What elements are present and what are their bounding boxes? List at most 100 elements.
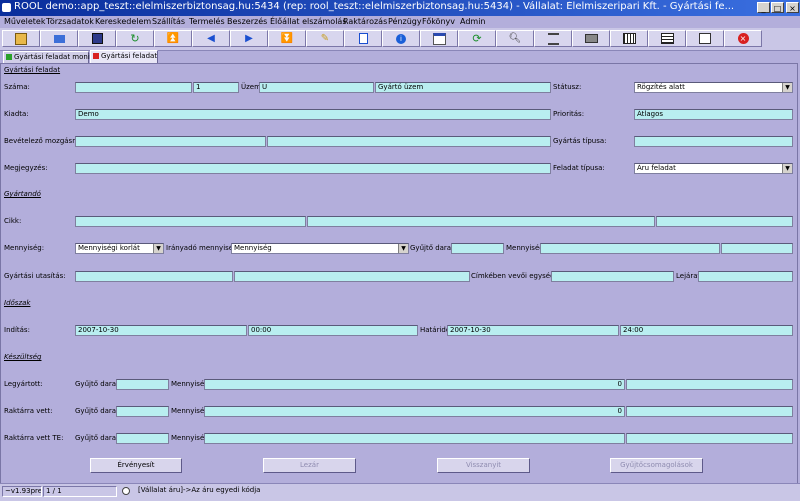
raktarra-vett-te-label: Raktárra vett TE: — [4, 434, 64, 442]
toolbar-prev-button[interactable]: ◀ — [192, 30, 230, 47]
toolbar-edit-button[interactable]: ✎ — [306, 30, 344, 47]
statusz-value: Rögzítés alatt — [637, 83, 685, 91]
menu-raktarozas[interactable]: Raktározás — [343, 17, 387, 26]
gyujtocsomagolasok-button[interactable]: Gyűjtőcsomagolások — [610, 458, 703, 473]
toolbar-print-button[interactable] — [572, 30, 610, 47]
cimkeben-field[interactable] — [551, 271, 674, 282]
menu-penzugy[interactable]: Pénzügy — [388, 17, 422, 26]
cikk-extra-field[interactable] — [656, 216, 793, 227]
bevetelezo-code-field[interactable] — [75, 136, 266, 147]
raktarra-unit-field[interactable] — [626, 406, 793, 417]
megjegyzes-field[interactable] — [75, 163, 551, 174]
hatarido-date-field[interactable]: 2007-10-30 — [447, 325, 619, 336]
raktarra-menny-field[interactable]: 0 — [204, 406, 625, 417]
menu-muveletek[interactable]: Műveletek — [4, 17, 45, 26]
inditas-time-field[interactable]: 00:00 — [248, 325, 418, 336]
toolbar-refresh-button[interactable]: ↻ — [116, 30, 154, 47]
uzem-code-field[interactable]: U — [259, 82, 374, 93]
chevron-down-icon[interactable]: ▼ — [782, 164, 792, 173]
szama-field[interactable]: 1 — [193, 82, 239, 93]
tab-label: Gyártási feladat — [101, 52, 158, 60]
toolbar-columns-button[interactable] — [648, 30, 686, 47]
uzem-name-field[interactable]: Gyártó üzem — [375, 82, 551, 93]
open-folder-icon — [53, 34, 65, 43]
mennyiseg-select[interactable]: Mennyiségi korlát ▼ — [75, 243, 164, 254]
form-icon — [699, 33, 711, 44]
toolbar-copy-button[interactable] — [344, 30, 382, 47]
kiadta-field[interactable]: Demo — [75, 109, 551, 120]
iranyado-select[interactable]: Mennyiség ▼ — [231, 243, 409, 254]
toolbar-new-button[interactable] — [2, 30, 40, 47]
toolbar-last-button[interactable]: ⏬ — [268, 30, 306, 47]
search-icon: 🔍︎ — [508, 33, 522, 44]
status-radio-icon[interactable] — [122, 487, 130, 495]
gyartasi-utasitas-field[interactable] — [234, 271, 470, 282]
menu-beszerzes[interactable]: Beszerzés — [227, 17, 267, 26]
toolbar-open-button[interactable] — [40, 30, 78, 47]
app-icon — [2, 3, 11, 12]
window-icon — [432, 32, 446, 45]
toolbar-list-button[interactable] — [534, 30, 572, 47]
legyartott-unit-field[interactable] — [626, 379, 793, 390]
ervenyesit-button[interactable]: Érvényesít — [90, 458, 182, 473]
inditas-date-field[interactable]: 2007-10-30 — [75, 325, 247, 336]
te-unit-field[interactable] — [626, 433, 793, 444]
gyujto-darab-field[interactable] — [451, 243, 504, 254]
feladat-tipusa-label: Feladat típusa: — [553, 164, 605, 172]
toolbar-window-button[interactable] — [420, 30, 458, 47]
menu-szallitas[interactable]: Szállítás — [152, 17, 185, 26]
maximize-button[interactable]: □ — [771, 2, 784, 13]
chevron-down-icon[interactable]: ▼ — [398, 244, 408, 253]
menu-fokonyv[interactable]: Főkönyv — [422, 17, 455, 26]
statusz-select[interactable]: Rögzítés alatt ▼ — [634, 82, 793, 93]
menu-eloallat[interactable]: Élőállat elszámolás — [270, 17, 347, 26]
tab-gyartasi-feladat[interactable]: Gyártási feladat — [90, 50, 158, 64]
form-tab-icon — [93, 53, 99, 59]
mennyiseg-value: Mennyiségi korlát — [78, 244, 140, 252]
cikk-code-field[interactable] — [75, 216, 306, 227]
gyartas-tipusa-field[interactable] — [634, 136, 793, 147]
lezar-button[interactable]: Lezár — [263, 458, 356, 473]
toolbar-next-button[interactable]: ▶ — [230, 30, 268, 47]
printer-icon — [584, 34, 598, 43]
menu-termeles[interactable]: Termelés — [189, 17, 225, 26]
title-bar: ROOL demo::app_teszt::elelmiszerbiztonsa… — [0, 0, 800, 16]
cikk-label: Cikk: — [4, 217, 22, 225]
mennyiseg2-unit-field[interactable] — [721, 243, 793, 254]
toolbar-form-button[interactable] — [686, 30, 724, 47]
toolbar-close-button[interactable]: × — [724, 30, 762, 47]
close-window-button[interactable]: × — [786, 2, 799, 13]
legyartott-gyujto-field[interactable] — [116, 379, 169, 390]
menu-torzsadatok[interactable]: Törzsadatok — [46, 17, 94, 26]
toolbar-sync-button[interactable]: ⟳ — [458, 30, 496, 47]
minimize-button[interactable]: _ — [757, 2, 770, 13]
menu-admin[interactable]: Admin — [460, 17, 486, 26]
te-gyujto-field[interactable] — [116, 433, 169, 444]
menu-kereskedelem[interactable]: Kereskedelem — [95, 17, 151, 26]
prioritas-field[interactable]: Átlagos — [634, 109, 793, 120]
toolbar-info-button[interactable]: i — [382, 30, 420, 47]
mennyiseg2-field[interactable] — [540, 243, 720, 254]
lejarat-field[interactable] — [698, 271, 793, 282]
field-hint: [Vállalat áru]->Az áru egyedi kódja — [138, 486, 261, 494]
raktarra-gyujto-field[interactable] — [116, 406, 169, 417]
toolbar-search-button[interactable]: 🔍︎ — [496, 30, 534, 47]
tab-gyartasi-feladat-monitor[interactable]: Gyártási feladat monitor — [3, 51, 100, 63]
chevron-down-icon[interactable]: ▼ — [153, 244, 163, 253]
chevron-down-icon[interactable]: ▼ — [782, 83, 792, 92]
list-icon — [547, 32, 559, 45]
bevetelezo-name-field[interactable] — [267, 136, 551, 147]
visszanyit-button[interactable]: Visszanyit — [437, 458, 530, 473]
szama-prefix-field[interactable] — [75, 82, 192, 93]
legyartott-menny-field[interactable]: 0 — [204, 379, 625, 390]
iranyado-value: Mennyiség — [234, 244, 272, 252]
gyartasi-utasitas-code-field[interactable] — [75, 271, 233, 282]
szama-label: Száma: — [4, 83, 30, 91]
cikk-name-field[interactable] — [307, 216, 655, 227]
hatarido-time-field[interactable]: 24:00 — [620, 325, 793, 336]
toolbar-save-button[interactable] — [78, 30, 116, 47]
te-menny-field[interactable] — [204, 433, 625, 444]
feladat-tipusa-select[interactable]: Áru feladat ▼ — [634, 163, 793, 174]
toolbar-grid-button[interactable] — [610, 30, 648, 47]
toolbar-first-button[interactable]: ⏫ — [154, 30, 192, 47]
